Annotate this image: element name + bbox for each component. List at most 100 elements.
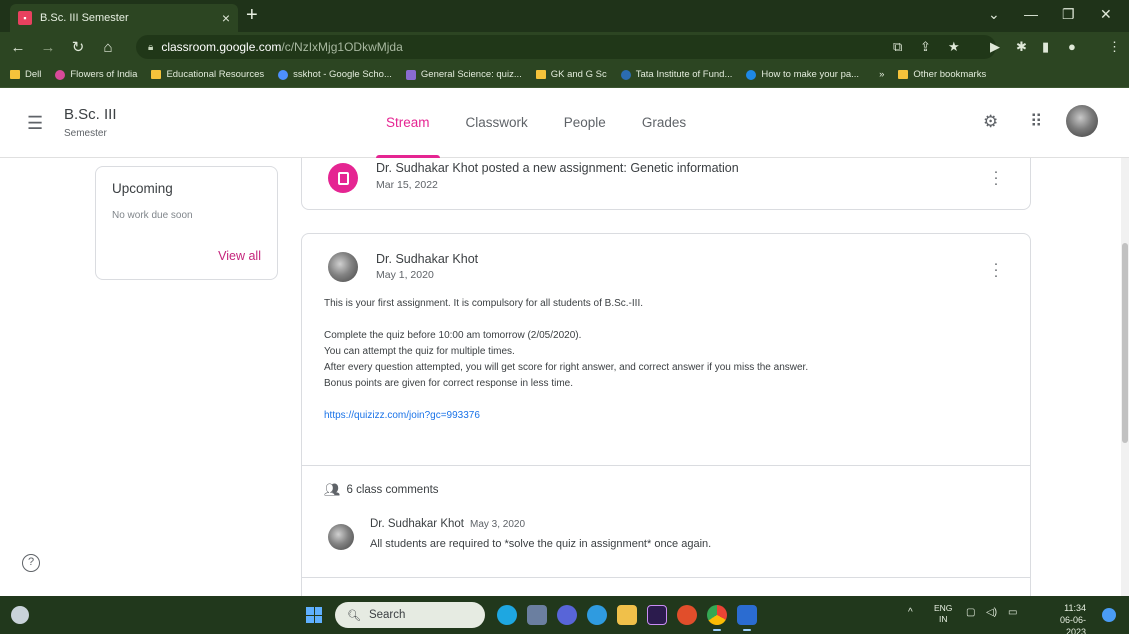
windows-start-icon[interactable] bbox=[306, 607, 322, 623]
comment-header: Dr. Sudhakar Khot May 3, 2020 bbox=[370, 518, 525, 530]
edge-icon[interactable] bbox=[587, 605, 607, 625]
tab-search-icon[interactable]: ⌄ bbox=[988, 6, 1000, 23]
flower-icon bbox=[55, 69, 66, 80]
post-line: You can attempt the quiz for multiple ti… bbox=[324, 346, 515, 357]
tab-grades[interactable]: Grades bbox=[624, 88, 704, 158]
people-icon: 👥︎ bbox=[324, 482, 341, 497]
class-name[interactable]: B.Sc. III bbox=[64, 106, 117, 123]
post-line: After every question attempted, you will… bbox=[324, 362, 809, 373]
browser-tab[interactable]: ▪ B.Sc. III Semester × bbox=[10, 4, 238, 32]
settings-gear-icon[interactable]: ⚙ bbox=[983, 112, 998, 132]
class-comments-toggle[interactable]: 👥︎ 6 class comments bbox=[324, 482, 439, 498]
post-line: Bonus points are given for correct respo… bbox=[324, 378, 574, 389]
post-line: This is your first assignment. It is com… bbox=[324, 298, 643, 309]
weather-icon[interactable] bbox=[11, 606, 29, 624]
lock-icon: 🔒︎ bbox=[148, 41, 154, 53]
tab-stream[interactable]: Stream bbox=[368, 88, 448, 159]
page-scrollbar[interactable] bbox=[1121, 158, 1129, 596]
battery-icon[interactable]: ▭ bbox=[1008, 607, 1017, 618]
bookmark-how-to[interactable]: How to make your pa... bbox=[746, 69, 859, 80]
side-panel-icon[interactable]: ▮ bbox=[1042, 39, 1049, 55]
address-bar[interactable]: 🔒︎ classroom.google.com /c/NzIxMjg1ODkwM… bbox=[136, 35, 996, 59]
comment-date: May 3, 2020 bbox=[469, 519, 526, 530]
bookmark-scholar[interactable]: sskhot - Google Scho... bbox=[278, 69, 392, 80]
bookmarks-overflow[interactable]: » bbox=[879, 69, 884, 80]
stream-content: Upcoming No work due soon View all ? Dr.… bbox=[0, 158, 1129, 596]
assignment-post-date: Mar 15, 2022 bbox=[376, 179, 438, 191]
tab-people[interactable]: People bbox=[546, 88, 624, 158]
bookmark-gk[interactable]: GK and G Sc bbox=[535, 69, 607, 80]
windows-taskbar: 🔍︎ Search ^ ENG IN ▢ ◁) ▭ 11:34 06-06-20… bbox=[0, 596, 1129, 634]
network-icon[interactable]: ▢ bbox=[966, 607, 975, 618]
browser-tab-strip: ▪ B.Sc. III Semester × + ⌄ — ❐ ✕ bbox=[0, 0, 1129, 32]
folder-icon bbox=[10, 70, 20, 79]
install-app-icon[interactable]: ⧉ bbox=[893, 39, 902, 55]
more-options-icon[interactable]: · · · bbox=[991, 256, 1001, 283]
class-section: Semester bbox=[64, 128, 107, 139]
share-icon[interactable]: ⇪ bbox=[920, 39, 931, 55]
teams-icon[interactable] bbox=[557, 605, 577, 625]
browser-menu-icon[interactable]: ⋮ bbox=[1108, 39, 1121, 55]
tab-classwork[interactable]: Classwork bbox=[448, 88, 546, 158]
bookmark-dell[interactable]: Dell bbox=[10, 69, 41, 80]
divider bbox=[302, 465, 1030, 466]
premiere-icon[interactable] bbox=[647, 605, 667, 625]
author-avatar bbox=[328, 252, 358, 282]
minimize-button[interactable]: — bbox=[1024, 6, 1038, 22]
chrome-icon[interactable] bbox=[707, 605, 727, 631]
notification-icon[interactable] bbox=[1102, 608, 1116, 622]
extensions-puzzle-icon[interactable]: ✱ bbox=[1016, 39, 1027, 55]
back-icon[interactable]: ← bbox=[6, 39, 30, 56]
scrollbar-thumb[interactable] bbox=[1122, 243, 1128, 443]
forward-icon[interactable]: → bbox=[36, 39, 60, 56]
announcement-card: Dr. Sudhakar Khot May 1, 2020 · · · This i… bbox=[301, 233, 1031, 596]
bookmark-educational[interactable]: Educational Resources bbox=[151, 69, 264, 80]
folder-icon bbox=[898, 70, 909, 79]
bookmark-flowers[interactable]: Flowers of India bbox=[55, 69, 137, 80]
taskbar-clock[interactable]: 11:34 06-06-2023 bbox=[1040, 602, 1086, 634]
profile-icon[interactable]: ● bbox=[1068, 39, 1076, 54]
view-all-link[interactable]: View all bbox=[218, 249, 261, 263]
language-indicator[interactable]: ENG IN bbox=[934, 603, 952, 625]
word-icon[interactable] bbox=[737, 605, 757, 631]
close-tab-icon[interactable]: × bbox=[222, 10, 230, 26]
tray-overflow-icon[interactable]: ^ bbox=[908, 607, 913, 618]
post-body: This is your first assignment. It is com… bbox=[324, 296, 1004, 424]
assignment-post-card[interactable]: Dr. Sudhakar Khot posted a new assignmen… bbox=[301, 158, 1031, 210]
bookmark-other[interactable]: Other bookmarks bbox=[898, 69, 986, 80]
extension-icon[interactable]: ▶ bbox=[990, 39, 1000, 55]
restore-button[interactable]: ❐ bbox=[1062, 6, 1075, 23]
folder-icon bbox=[535, 70, 546, 79]
post-line: Complete the quiz before 10:00 am tomorr… bbox=[324, 330, 582, 341]
bookmark-general-science[interactable]: General Science: quiz... bbox=[405, 69, 522, 80]
classroom-icon: ▪ bbox=[18, 11, 32, 25]
close-window-button[interactable]: ✕ bbox=[1100, 6, 1112, 23]
quiz-icon bbox=[405, 69, 416, 80]
post-author: Dr. Sudhakar Khot bbox=[376, 252, 479, 266]
powerpoint-icon[interactable] bbox=[677, 605, 697, 625]
divider bbox=[302, 577, 1030, 578]
classroom-header: ☰ B.Sc. III Semester Stream Classwork Pe… bbox=[0, 88, 1129, 159]
task-view-icon[interactable] bbox=[527, 605, 547, 625]
account-avatar[interactable] bbox=[1066, 105, 1098, 137]
quiz-link[interactable]: https://quizizz.com/join?gc=993376 bbox=[324, 410, 480, 421]
upcoming-card: Upcoming No work due soon View all bbox=[95, 166, 278, 280]
main-menu-icon[interactable]: ☰ bbox=[27, 113, 43, 134]
file-explorer-icon[interactable] bbox=[617, 605, 637, 625]
help-icon[interactable]: ? bbox=[22, 554, 40, 572]
apps-grid-icon[interactable]: ⠿ bbox=[1030, 112, 1042, 132]
bing-icon[interactable] bbox=[497, 605, 517, 625]
new-tab-button[interactable]: + bbox=[246, 5, 258, 25]
bookmark-star-icon[interactable]: ★ bbox=[948, 39, 960, 55]
assignment-icon bbox=[328, 163, 358, 193]
bookmark-tifr[interactable]: Tata Institute of Fund... bbox=[620, 69, 732, 80]
more-options-icon[interactable]: · · · bbox=[991, 164, 1001, 191]
reload-icon[interactable]: ↻ bbox=[66, 38, 90, 56]
upcoming-title: Upcoming bbox=[112, 181, 173, 196]
comments-count: 6 class comments bbox=[346, 484, 439, 496]
volume-icon[interactable]: ◁) bbox=[986, 607, 997, 618]
taskbar-search[interactable]: 🔍︎ Search bbox=[335, 602, 485, 628]
commenter-avatar bbox=[328, 524, 354, 550]
home-icon[interactable]: ⌂ bbox=[96, 39, 120, 56]
upcoming-empty-text: No work due soon bbox=[112, 210, 193, 221]
